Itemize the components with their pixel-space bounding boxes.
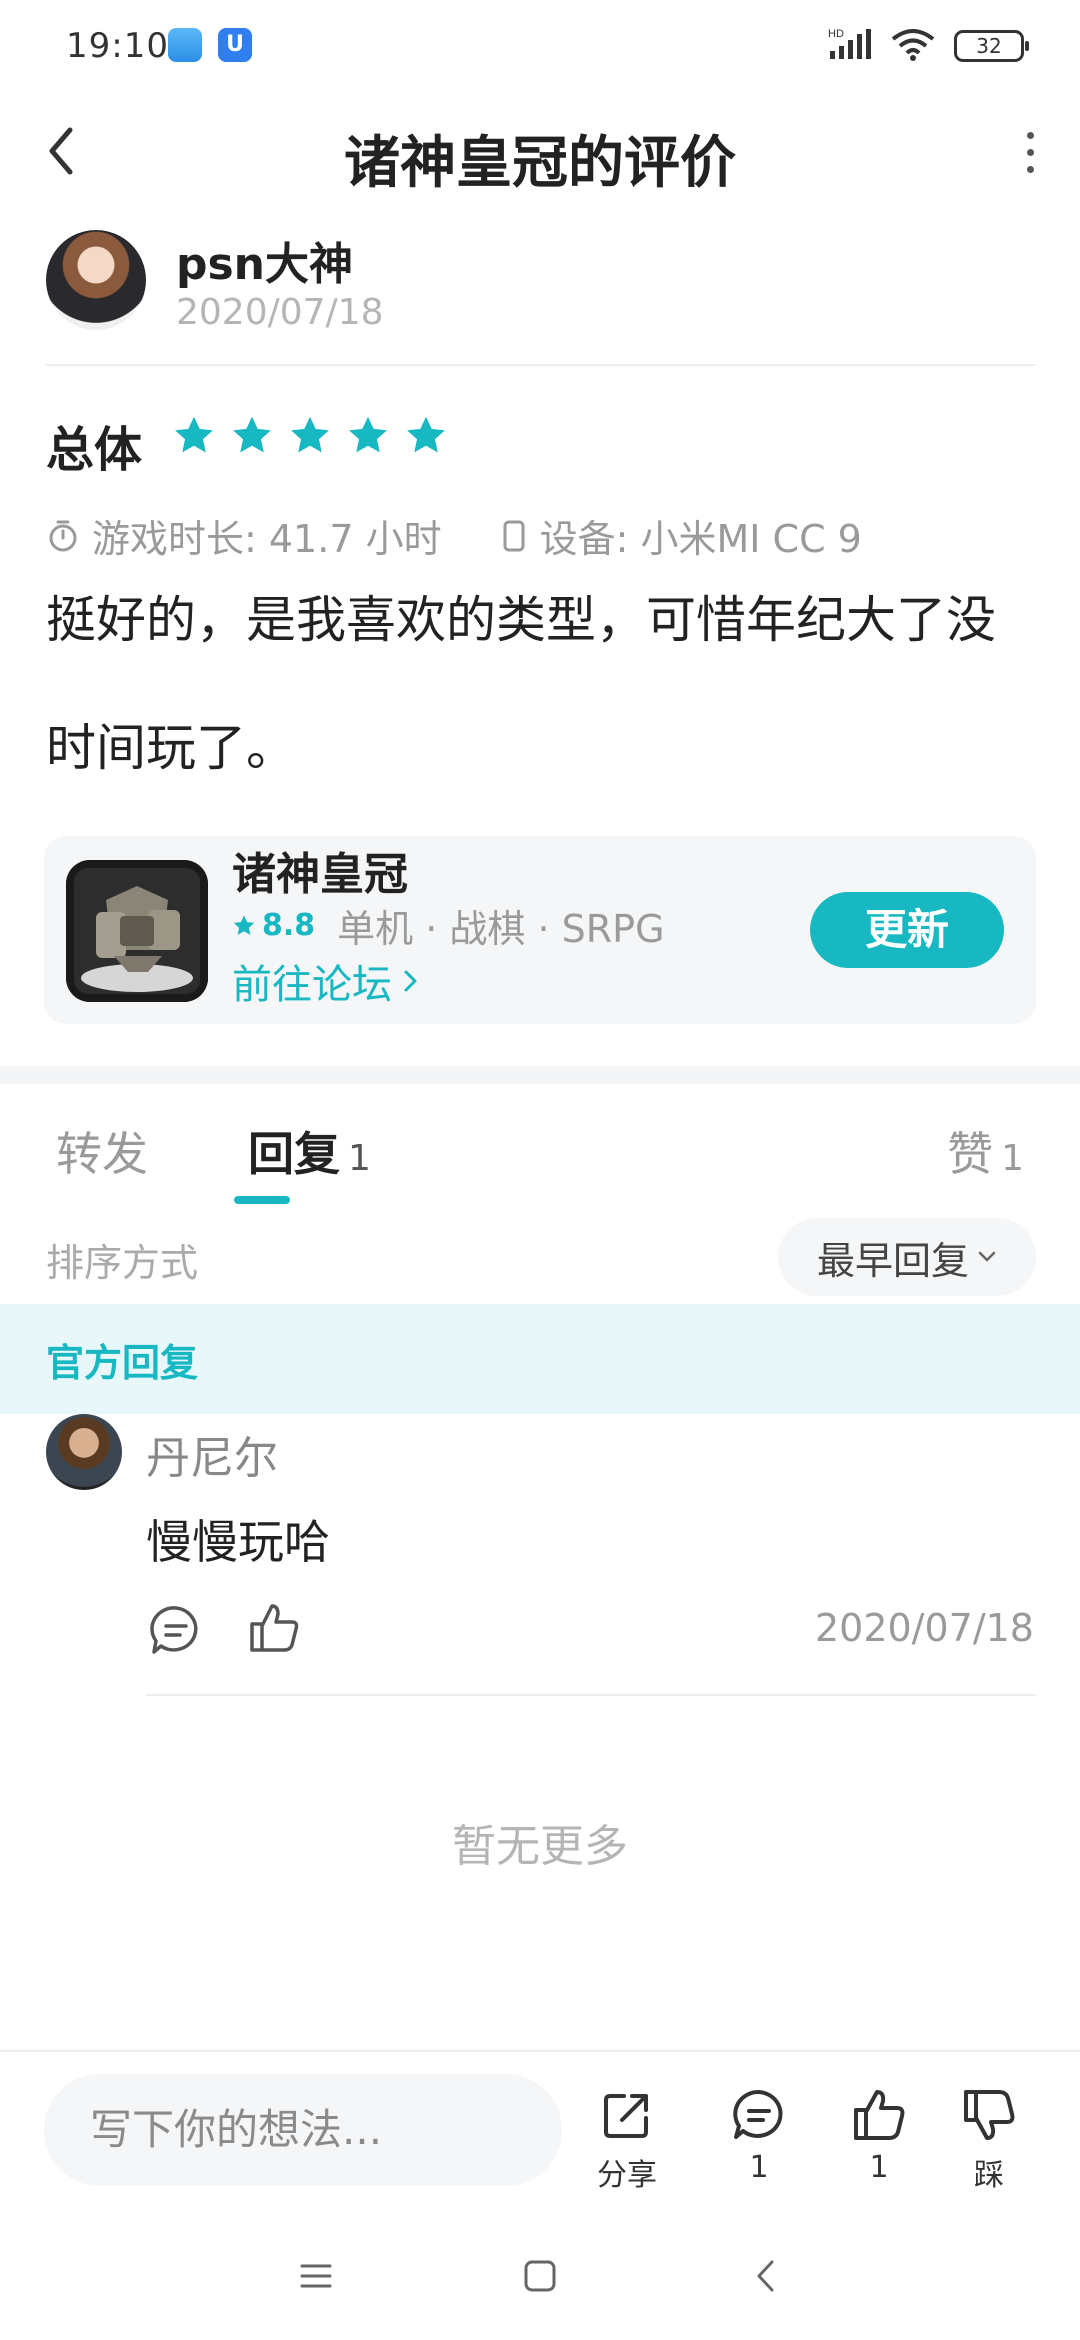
game-rating: 8.8 (262, 908, 316, 943)
phone-icon (503, 520, 525, 551)
playtime: 游戏时长: 41.7 小时 (92, 517, 442, 561)
security-app-icon: U (218, 28, 252, 62)
official-reply-label: 官方回复 (46, 1341, 199, 1385)
star-icon (233, 416, 271, 453)
author-avatar[interactable] (46, 230, 146, 330)
status-indicators: HD 32 (828, 26, 1029, 66)
svg-text:HD: HD (828, 28, 844, 40)
thumbs-down-icon (964, 2090, 1015, 2140)
comment-input[interactable]: 写下你的想法... (44, 2074, 562, 2186)
forum-link-label: 前往论坛 (232, 962, 392, 1008)
game-tags: 单机 · 战棋 · SRPG (337, 907, 665, 951)
thumbs-up-icon (250, 1604, 299, 1652)
more-options-button[interactable] (1010, 120, 1050, 184)
reply-text: 慢慢玩哈 (146, 1515, 330, 1569)
divider (146, 1694, 1036, 1696)
dislike-label: 踩 (974, 2158, 1004, 2193)
thumbs-up-icon (854, 2090, 905, 2140)
game-name[interactable]: 诸神皇冠 (232, 838, 408, 902)
tab-reply[interactable]: 回复 1 (248, 1118, 371, 1184)
chevron-down-icon (978, 1251, 996, 1262)
timer-icon (49, 520, 77, 551)
no-more-label: 暂无更多 (452, 1821, 628, 1872)
menu-icon (300, 2264, 332, 2288)
star-icon (175, 416, 213, 453)
tab-indicator (234, 1196, 290, 1204)
star-icon (233, 915, 255, 935)
battery-icon: 32 (954, 30, 1029, 62)
comment-icon (150, 1606, 198, 1654)
nav-back-button[interactable] (736, 2246, 796, 2306)
sort-label: 排序方式 (46, 1241, 199, 1285)
game-meta: 8.8 单机 · 战棋 · SRPG (232, 898, 665, 953)
like-button[interactable]: 1 (834, 2086, 924, 2185)
tab-reply-label: 回复 (248, 1127, 340, 1181)
game-icon[interactable] (66, 860, 208, 1002)
sort-value: 最早回复 (816, 1238, 969, 1283)
comment-count: 1 (749, 2150, 769, 2185)
like-count: 1 (869, 2150, 889, 2185)
comment-button[interactable]: 1 (714, 2086, 804, 2185)
sort-dropdown[interactable]: 最早回复 (778, 1218, 1036, 1296)
weather-app-icon (168, 28, 202, 62)
review-text: 挺好的，是我喜欢的类型，可惜年纪大了没时间玩了。 (46, 591, 996, 777)
device: 设备: 小米MI CC 9 (539, 517, 862, 561)
back-icon (757, 2260, 774, 2292)
tab-like-label: 赞 (947, 1127, 994, 1181)
star-icon (349, 416, 387, 453)
rating-stars (172, 414, 448, 458)
tab-like-count: 1 (1001, 1138, 1024, 1179)
status-time: 19:10 (66, 26, 169, 66)
update-button[interactable]: 更新 (810, 892, 1004, 968)
share-label: 分享 (597, 2158, 657, 2193)
reply-like-button[interactable] (244, 1598, 304, 1658)
star-icon (407, 416, 445, 453)
dislike-button[interactable]: 踩 (944, 2086, 1034, 2194)
nav-menu-button[interactable] (286, 2246, 346, 2306)
share-icon (604, 2094, 648, 2138)
share-button[interactable]: 分享 (582, 2086, 672, 2194)
overall-label: 总体 (46, 422, 143, 478)
section-separator (0, 1066, 1080, 1084)
home-icon (524, 2260, 556, 2292)
chevron-right-icon (404, 970, 417, 992)
tab-like[interactable]: 赞1 (947, 1118, 1024, 1184)
tab-forward[interactable]: 转发 (56, 1118, 148, 1184)
wifi-icon (890, 27, 936, 65)
reply-author-name[interactable]: 丹尼尔 (146, 1422, 278, 1486)
star-icon (291, 416, 329, 453)
forum-link[interactable]: 前往论坛 (232, 952, 422, 1010)
author-name[interactable]: psn大神 (176, 228, 353, 292)
review-meta: 游戏时长: 41.7 小时 设备: 小米MI CC 9 (46, 508, 862, 563)
nav-home-button[interactable] (510, 2246, 570, 2306)
reply-avatar[interactable] (46, 1414, 122, 1490)
page-title: 诸神皇冠的评价 (344, 131, 736, 196)
comment-icon (733, 2089, 783, 2139)
tab-reply-count: 1 (348, 1138, 371, 1179)
divider (46, 364, 1036, 366)
review-date: 2020/07/18 (176, 292, 384, 333)
signal-icon: HD (828, 27, 872, 65)
reply-date: 2020/07/18 (814, 1606, 1034, 1650)
reply-comment-button[interactable] (146, 1600, 206, 1660)
